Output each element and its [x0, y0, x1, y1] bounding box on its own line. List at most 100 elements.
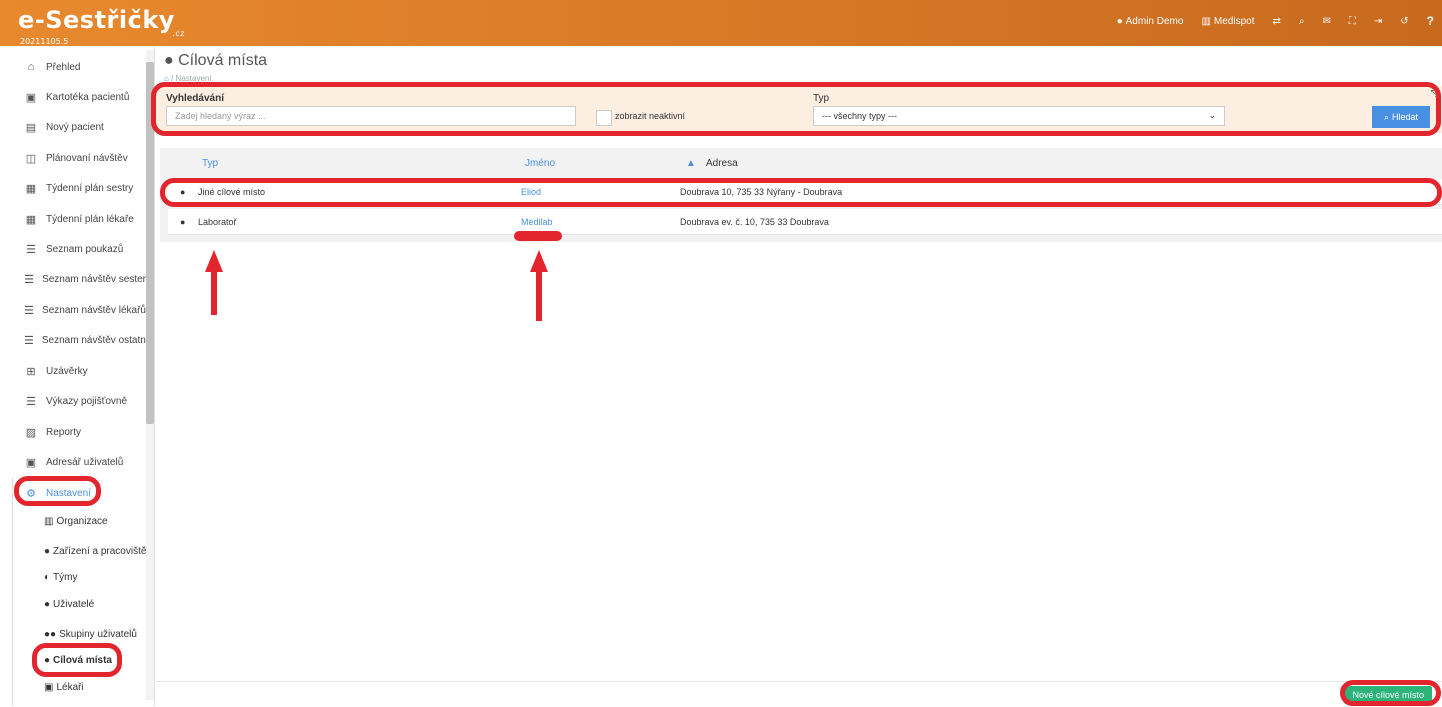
app-logo[interactable]: e-Sestřičky .cz 20211105.5: [18, 6, 184, 46]
annotation-arrow: [211, 270, 217, 315]
sidebar-item-poukazy[interactable]: ☰ Seznam poukazů: [0, 240, 146, 258]
calendar-icon: ▦: [25, 182, 37, 195]
swap-icon[interactable]: ⇄: [1272, 16, 1280, 27]
map-marker-icon: ●: [180, 186, 186, 197]
inactive-checkbox[interactable]: [596, 110, 612, 126]
list-icon: ☰: [24, 273, 34, 286]
patient-card-icon: ▤: [25, 121, 37, 134]
cell-typ: Jiné cílové místo: [198, 186, 266, 197]
sidebar-subitem-lekari[interactable]: ▣ Lékaři: [44, 682, 84, 693]
home-icon[interactable]: ⌂: [164, 74, 169, 83]
list-icon: ☰: [26, 243, 36, 256]
org-menu[interactable]: ▥ Medispot: [1201, 16, 1254, 27]
breadcrumb-separator: /: [171, 74, 174, 83]
org-name: Medispot: [1213, 15, 1255, 27]
column-header-adresa[interactable]: Adresa: [706, 158, 738, 169]
institution-icon: ▥: [44, 516, 54, 527]
collapse-icon[interactable]: ⤡: [1431, 88, 1438, 99]
doctor-icon: ▣: [44, 682, 54, 693]
top-bar: e-Sestřičky .cz 20211105.5 ● Admin Demo ▥…: [0, 0, 1442, 46]
sidebar-scrollbar-thumb[interactable]: [146, 62, 154, 424]
sidebar-item-navstevy-ostatni[interactable]: ☰ Seznam návštěv ostatní: [0, 331, 149, 349]
mail-icon[interactable]: ✉: [1322, 16, 1330, 27]
users-icon: ●●: [44, 629, 57, 640]
sidebar-item-label: Seznam návštěv sester: [42, 273, 146, 285]
sidebar-item-navstevy-lekaru[interactable]: ☰ Seznam návštěv lékařů: [0, 301, 146, 319]
main-content: ● Cílová místa ⌂ / Nastavení Vyhledávání…: [156, 46, 1442, 706]
type-select[interactable]: --- všechny typy --- ⌄: [813, 106, 1225, 126]
sidebar-item-label: Seznam návštěv ostatní: [41, 334, 149, 346]
sidebar-item-label: Nový pacient: [46, 121, 104, 133]
sidebar-subitem-label: Skupiny uživatelů: [59, 629, 137, 640]
sidebar-subitem-label: Lékaři: [56, 682, 84, 693]
table-row[interactable]: ● Laboratoř Medilab Doubrava ev. č. 10, …: [168, 209, 1442, 235]
column-header-jmeno[interactable]: Jméno: [525, 158, 555, 169]
search-button[interactable]: ⌕ Hledat: [1372, 106, 1430, 128]
annotation-arrow-head: [530, 250, 548, 272]
cell-typ: Laboratoř: [198, 216, 237, 227]
map-icon: ◫: [25, 152, 37, 165]
user-name: Admin Demo: [1125, 15, 1184, 27]
sidebar-subitem-uzivatele[interactable]: ● Uživatelé: [44, 599, 94, 610]
cell-adresa: Doubrava 10, 735 33 Nýřany - Doubrava: [680, 186, 843, 197]
search-icon[interactable]: ⌕: [1299, 16, 1305, 27]
footer-bar: Nové cílové místo: [156, 681, 1442, 707]
sidebar-subitem-cilova-mista[interactable]: ● Cílová místa: [44, 655, 112, 666]
annotation-arrow-head: [205, 250, 223, 272]
column-header-typ[interactable]: Typ: [202, 158, 218, 169]
cell-jmeno-link[interactable]: Eliod: [521, 187, 541, 197]
logo-tld: .cz: [172, 29, 185, 38]
map-marker-icon: ●: [180, 216, 186, 227]
sidebar-item-vykazy[interactable]: ☰ Výkazy pojišťovně: [0, 392, 146, 410]
sidebar-item-kartoteka[interactable]: ▣ Kartotéka pacientů: [0, 88, 146, 106]
sidebar-item-planovani[interactable]: ◫ Plánovaní návštěv: [0, 149, 146, 167]
list-icon: ☰: [24, 334, 34, 347]
breadcrumb-item[interactable]: Nastavení: [176, 74, 212, 83]
sidebar-item-reporty[interactable]: ▨ Reporty: [0, 423, 146, 441]
sidebar-subitem-organizace[interactable]: ▥ Organizace: [44, 516, 108, 527]
sidebar-item-label: Týdenní plán lékaře: [46, 213, 134, 225]
chart-icon: ▨: [25, 426, 37, 439]
institution-icon: ▥: [1201, 15, 1211, 27]
sidebar-item-navstevy-sester[interactable]: ☰ Seznam návštěv sester: [0, 270, 146, 288]
user-icon: ●: [1116, 15, 1123, 27]
history-icon[interactable]: ↺: [1400, 16, 1408, 27]
sidebar-subitem-label: Týmy: [53, 572, 78, 583]
help-icon[interactable]: ?: [1427, 14, 1434, 28]
inactive-label: zobrazit neaktivní: [615, 111, 686, 121]
filter-panel: Vyhledávání Zadej hledaný výraz ... zobr…: [156, 86, 1442, 133]
map-marker-icon: ●: [44, 655, 51, 666]
cell-jmeno-link[interactable]: Medilab: [521, 217, 553, 227]
sidebar-item-label: Plánovaní návštěv: [46, 152, 128, 164]
table-icon: ⊞: [26, 365, 36, 378]
new-destination-button[interactable]: Nové cílové místo: [1344, 686, 1432, 704]
top-nav: ● Admin Demo ▥ Medispot ⇄ ⌕ ✉ ⛶ ⇥ ↺ ?: [1117, 14, 1434, 28]
fullscreen-icon[interactable]: ⛶: [1349, 16, 1356, 27]
sidebar-subitem-label: Organizace: [56, 516, 108, 527]
sidebar-subitem-tymy[interactable]: ◐ Týmy: [44, 572, 78, 583]
id-card-icon: ▣: [25, 91, 37, 104]
sidebar-subitem-zarizeni[interactable]: ● Zařízení a pracoviště: [44, 546, 146, 557]
sort-asc-icon: ▲: [686, 158, 696, 169]
type-label: Typ: [813, 93, 830, 104]
sidebar-item-adresar[interactable]: ▣ Adresář uživatelů: [0, 453, 146, 471]
sidebar-item-plan-sestry[interactable]: ▦ Týdenní plán sestry: [0, 179, 146, 197]
page-title: ● Cílová místa: [164, 52, 267, 70]
sidebar-subitem-label: Zařízení a pracoviště: [53, 546, 147, 557]
table-row[interactable]: ● Jiné cílové místo Eliod Doubrava 10, 7…: [168, 179, 1442, 205]
type-select-value: --- všechny typy ---: [822, 111, 898, 121]
sidebar-item-label: Přehled: [46, 61, 81, 73]
sidebar-subitem-skupiny[interactable]: ●● Skupiny uživatelů: [44, 629, 137, 640]
search-input[interactable]: Zadej hledaný výraz ...: [166, 106, 576, 126]
sidebar-item-novy-pacient[interactable]: ▤ Nový pacient: [0, 118, 146, 136]
sidebar-item-nastaveni[interactable]: ⚙ Nastavení: [0, 484, 146, 502]
user-icon: ●: [44, 599, 51, 610]
sidebar-item-plan-lekare[interactable]: ▦ Týdenní plán lékaře: [0, 210, 146, 228]
user-menu[interactable]: ● Admin Demo: [1117, 16, 1184, 27]
sidebar-item-label: Seznam návštěv lékařů: [42, 304, 146, 316]
logout-icon[interactable]: ⇥: [1374, 16, 1382, 27]
sidebar-item-uzaverky[interactable]: ⊞ Uzávěrky: [0, 362, 146, 380]
sidebar-item-prehled[interactable]: ⌂ Přehled: [0, 58, 146, 76]
search-button-label: Hledat: [1392, 112, 1419, 122]
submenu-line: [12, 478, 13, 706]
